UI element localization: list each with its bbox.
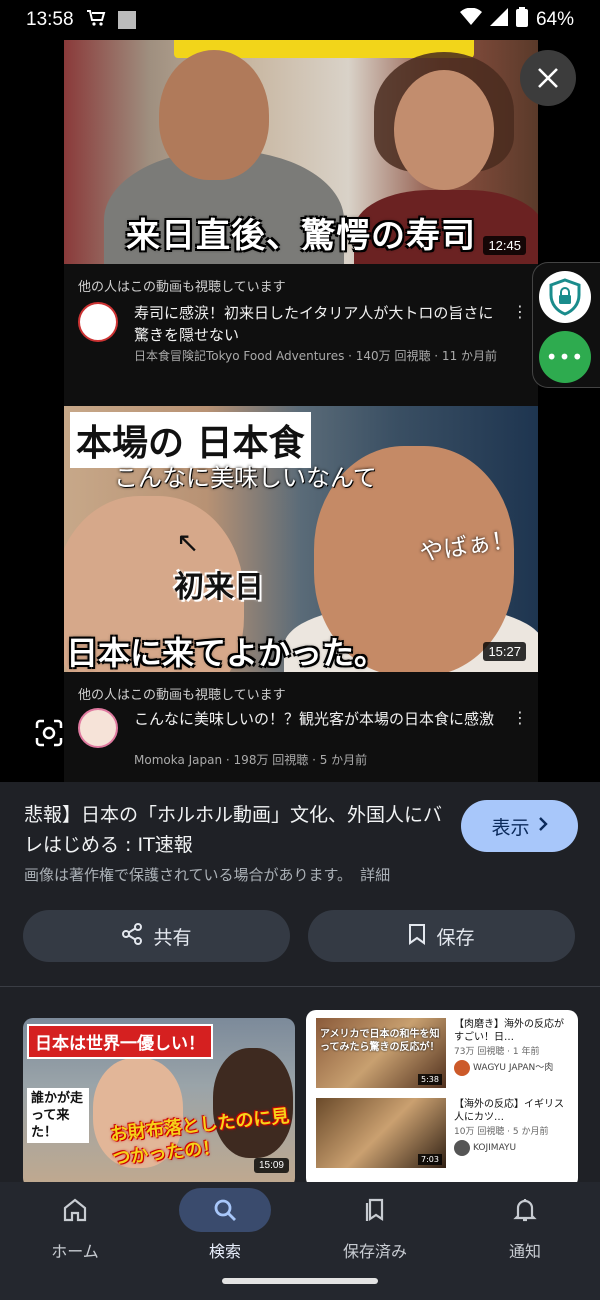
- app-notification-icon: [117, 11, 136, 29]
- video-duration: 15:27: [483, 642, 526, 661]
- more-vert-icon: ⋮: [512, 302, 528, 321]
- list-item: アメリカで日本の和牛を知ってみたら驚きの反応が！ 5:38 【肉磨き】海外の反応…: [316, 1018, 572, 1090]
- home-indicator[interactable]: [222, 1278, 378, 1284]
- share-button[interactable]: 共有: [23, 910, 290, 962]
- close-icon: [538, 68, 558, 88]
- lens-icon: [35, 719, 63, 747]
- save-button-label: 保存: [436, 926, 475, 949]
- recommendation-label: 他の人はこの動画も視聴しています: [78, 280, 286, 295]
- floating-widgets: •••: [532, 262, 600, 388]
- related-image-card-1[interactable]: 日本は世界一優しい！ 誰かが走って来た！ お財布落としたのに見つかったの！ 15…: [23, 1018, 295, 1188]
- more-options-button[interactable]: •••: [539, 331, 591, 383]
- visit-button-label: 表示: [491, 816, 530, 839]
- more-horiz-icon: •••: [545, 345, 585, 369]
- video-meta: Momoka Japan · 198万 回視聴 · 5 か月前: [134, 753, 368, 767]
- nav-notifications[interactable]: 通知: [450, 1188, 600, 1268]
- signal-icon: [489, 8, 508, 32]
- nav-search[interactable]: 検索: [150, 1188, 300, 1268]
- video-thumbnail-2: 本場の 日本食 こんなに美味しいなんて ↖ 初来日 やばぁ！ 日本に来てよかった…: [64, 406, 538, 672]
- recommendation-label: 他の人はこの動画も視聴しています: [78, 688, 286, 703]
- source-page-title: 悲報】日本の「ホルホル動画」文化、外国人にバレはじめる : IT速報: [24, 804, 443, 856]
- shield-lock-icon: [549, 278, 581, 316]
- video-meta: 日本食冒険記Tokyo Food Adventures · 140万 回視聴 ·…: [134, 349, 498, 363]
- save-button[interactable]: 保存: [308, 910, 575, 962]
- status-bar: 13:58 64%: [0, 0, 600, 40]
- detail-link[interactable]: 詳細: [360, 866, 390, 884]
- video-title: 寿司に感涙！初来日したイタリア人が大トロの旨さに驚きを隠せない: [134, 304, 494, 344]
- visit-button[interactable]: 表示: [461, 800, 578, 852]
- home-icon: [63, 1198, 87, 1222]
- divider: [0, 986, 600, 987]
- bell-icon: [513, 1199, 537, 1222]
- video-thumbnail-1: 来日直後、驚愕の寿司 12:45: [64, 40, 538, 264]
- vpn-shield-button[interactable]: [539, 271, 591, 323]
- channel-avatar: [454, 1140, 470, 1156]
- battery-icon: [515, 7, 528, 33]
- close-button[interactable]: [520, 50, 576, 106]
- copyright-notice: 画像は著作権で保護されている場合があります。 詳細: [24, 866, 391, 884]
- share-button-label: 共有: [153, 926, 192, 949]
- nav-home[interactable]: ホーム: [0, 1188, 150, 1268]
- nav-saved[interactable]: 保存済み: [300, 1188, 450, 1268]
- list-item: 7:03 【海外の反応】イギリス人にカツ… 10万 回視聴 · 5 か月前 KO…: [316, 1098, 572, 1170]
- image-viewer: 来日直後、驚愕の寿司 12:45 他の人はこの動画も視聴しています 寿司に感涙！…: [0, 40, 600, 782]
- more-vert-icon: ⋮: [512, 708, 528, 727]
- arrow-icon: ↖: [176, 526, 200, 559]
- status-time: 13:58: [26, 9, 74, 30]
- channel-avatar: [78, 302, 118, 342]
- saved-icon: [365, 1198, 384, 1222]
- video-duration: 12:45: [483, 236, 526, 255]
- related-image-card-2[interactable]: アメリカで日本の和牛を知ってみたら驚きの反応が！ 5:38 【肉磨き】海外の反応…: [306, 1010, 578, 1188]
- preview-image[interactable]: 来日直後、驚愕の寿司 12:45 他の人はこの動画も視聴しています 寿司に感涙！…: [64, 40, 538, 782]
- battery-percent: 64%: [535, 9, 574, 30]
- channel-avatar: [454, 1060, 470, 1076]
- share-icon: [121, 922, 143, 950]
- wifi-icon: [459, 7, 482, 32]
- chevron-right-icon: [538, 815, 548, 837]
- channel-avatar: [78, 708, 118, 748]
- bookmark-icon: [408, 923, 426, 950]
- lens-button[interactable]: [30, 714, 68, 752]
- video-title: こんなに美味しいの！？観光客が本場の日本食に感激: [134, 710, 495, 728]
- shopping-cart-icon: [86, 9, 106, 32]
- search-icon: [214, 1199, 236, 1221]
- thumbnail-caption: 来日直後、驚愕の寿司: [126, 216, 476, 256]
- image-info-panel: 悲報】日本の「ホルホル動画」文化、外国人にバレはじめる : IT速報 表示 画像…: [0, 782, 600, 1188]
